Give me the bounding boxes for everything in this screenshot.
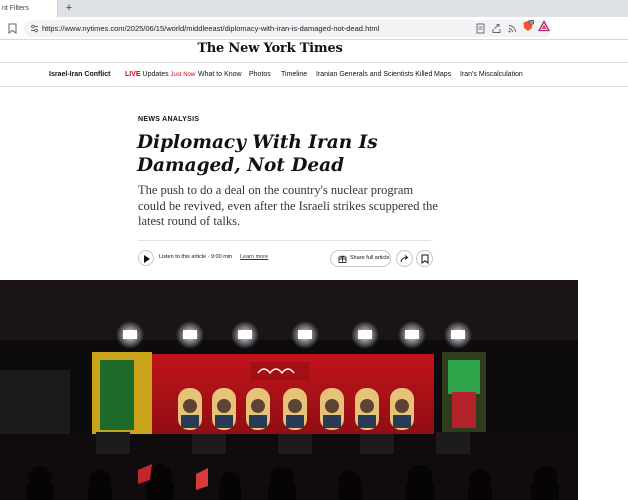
url-text: https://www.nytimes.com/2025/06/15/world… bbox=[42, 24, 380, 33]
site-info-icon[interactable] bbox=[30, 24, 39, 33]
article-summary: The push to do a deal on the country's n… bbox=[138, 183, 438, 228]
nav-item-maps[interactable]: Maps bbox=[434, 63, 451, 87]
nav-item-photos[interactable]: Photos bbox=[249, 63, 271, 87]
masthead: The New York Times bbox=[0, 40, 628, 62]
plus-icon[interactable]: + bbox=[63, 2, 75, 14]
share-label: Share full article bbox=[350, 255, 390, 261]
nav-item-generals[interactable]: Iranian Generals and Scientists Killed bbox=[316, 63, 432, 87]
gift-icon bbox=[338, 255, 347, 263]
rss-icon[interactable] bbox=[507, 23, 518, 34]
browser-tab[interactable]: nt Filters bbox=[0, 0, 58, 17]
play-icon bbox=[144, 255, 150, 263]
brave-badge: 16 bbox=[529, 21, 533, 25]
brave-rewards-icon[interactable] bbox=[538, 20, 550, 32]
site-logo[interactable]: The New York Times bbox=[0, 41, 540, 56]
save-article-button[interactable] bbox=[416, 250, 433, 267]
share-arrow-icon bbox=[400, 255, 409, 263]
tab-bar: nt Filters + bbox=[0, 0, 628, 17]
brave-shield-icon[interactable]: 16 bbox=[522, 20, 534, 32]
just-now-label: Just Now bbox=[170, 72, 196, 78]
learn-more-link[interactable]: Learn more bbox=[240, 254, 268, 260]
nav-live-updates[interactable]: LIVE Updates Just Now bbox=[125, 63, 195, 87]
hero-photo bbox=[0, 280, 578, 500]
forward-share-button[interactable] bbox=[396, 250, 413, 267]
bookmark-icon bbox=[421, 254, 429, 264]
bookmark-icon[interactable] bbox=[8, 23, 17, 34]
live-label: LIVE bbox=[125, 71, 141, 78]
share-icon[interactable] bbox=[491, 23, 502, 34]
nav-brand[interactable]: Israel-Iran Conflict bbox=[49, 63, 110, 87]
article-tools: Listen to this article · 9:00 min Learn … bbox=[138, 240, 433, 278]
nav-item-miscalculation[interactable]: Iran's Miscalculation bbox=[460, 63, 523, 87]
updates-label: Updates bbox=[142, 71, 169, 78]
nav-item-what-to-know[interactable]: What to Know bbox=[198, 63, 242, 87]
article-headline: Diplomacy With Iran Is Damaged, Not Dead bbox=[137, 132, 378, 176]
article-kicker: NEWS ANALYSIS bbox=[138, 116, 200, 123]
tab-title: nt Filters bbox=[2, 5, 29, 12]
address-bar: https://www.nytimes.com/2025/06/15/world… bbox=[0, 17, 628, 40]
share-full-article-button[interactable]: Share full article bbox=[330, 250, 391, 267]
play-audio-button[interactable] bbox=[138, 250, 154, 266]
nav-item-timeline[interactable]: Timeline bbox=[281, 63, 307, 87]
section-nav: Israel-Iran Conflict LIVE Updates Just N… bbox=[0, 62, 628, 87]
listen-label: Listen to this article · 9:00 min bbox=[159, 254, 233, 260]
hero-photo-image bbox=[0, 280, 578, 500]
url-field[interactable]: https://www.nytimes.com/2025/06/15/world… bbox=[24, 20, 552, 37]
reader-mode-icon[interactable] bbox=[475, 23, 486, 34]
